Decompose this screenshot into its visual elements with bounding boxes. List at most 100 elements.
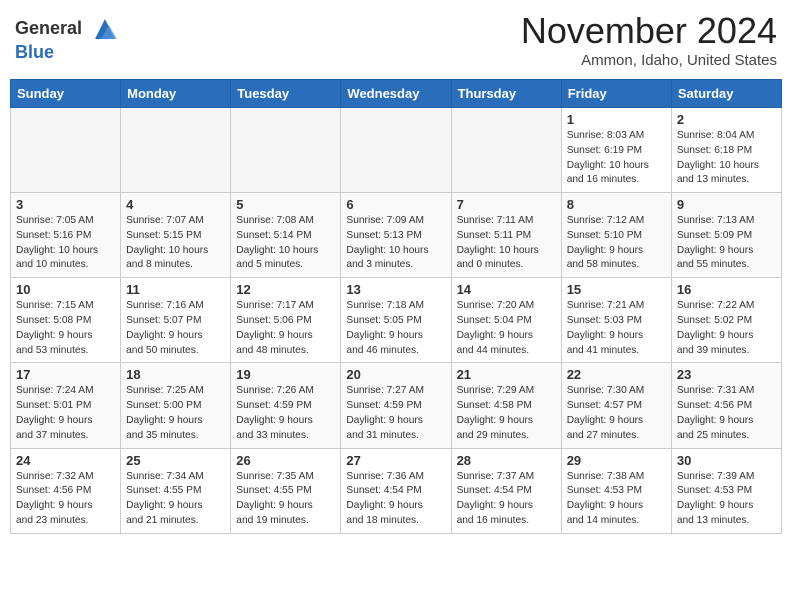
calendar-cell: 13 Sunrise: 7:18 AM Sunset: 5:05 PM Dayli…: [341, 278, 451, 363]
day-number: 6: [346, 197, 445, 212]
calendar-cell: 9 Sunrise: 7:13 AM Sunset: 5:09 PM Daylig…: [671, 193, 781, 278]
calendar-cell: 29Sunrise: 7:38 AM Sunset: 4:53 PM Dayli…: [561, 448, 671, 533]
calendar-table: SundayMondayTuesdayWednesdayThursdayFrid…: [10, 79, 782, 534]
day-number: 23: [677, 367, 776, 382]
calendar-cell: 6 Sunrise: 7:09 AM Sunset: 5:13 PM Daylig…: [341, 193, 451, 278]
day-number: 14: [457, 282, 556, 297]
calendar-cell: 23 Sunrise: 7:31 AM Sunset: 4:56 PM Dayli…: [671, 363, 781, 448]
day-number: 1: [567, 112, 666, 127]
day-info: Sunrise: 7:16 AM Sunset: 5:07 PM Dayligh…: [126, 299, 225, 358]
weekday-header-wednesday: Wednesday: [341, 80, 451, 108]
calendar-cell: [341, 108, 451, 193]
calendar-week-4: 17Sunrise: 7:24 AM Sunset: 5:01 PM Dayli…: [11, 363, 782, 448]
day-number: 3: [16, 197, 115, 212]
location: Ammon, Idaho, United States: [521, 52, 777, 69]
day-number: 28: [457, 453, 556, 468]
calendar-cell: 30Sunrise: 7:39 AM Sunset: 4:53 PM Dayli…: [671, 448, 781, 533]
day-info: Sunrise: 7:13 AM Sunset: 5:09 PM Dayligh…: [677, 214, 776, 273]
day-info: Sunrise: 7:27 AM Sunset: 4:59 PM Dayligh…: [346, 384, 445, 443]
day-number: 16: [677, 282, 776, 297]
calendar-week-5: 24 Sunrise: 7:32 AM Sunset: 4:56 PM Dayli…: [11, 448, 782, 533]
day-number: 25: [126, 453, 225, 468]
logo-general: General: [15, 18, 82, 38]
logo: General Blue: [15, 15, 119, 63]
calendar-cell: 14Sunrise: 7:20 AM Sunset: 5:04 PM Dayli…: [451, 278, 561, 363]
calendar-cell: [231, 108, 341, 193]
calendar-cell: 4 Sunrise: 7:07 AM Sunset: 5:15 PM Daylig…: [121, 193, 231, 278]
day-number: 11: [126, 282, 225, 297]
day-info: Sunrise: 7:25 AM Sunset: 5:00 PM Dayligh…: [126, 384, 225, 443]
day-info: Sunrise: 7:31 AM Sunset: 4:56 PM Dayligh…: [677, 384, 776, 443]
calendar-header-row: SundayMondayTuesdayWednesdayThursdayFrid…: [11, 80, 782, 108]
day-info: Sunrise: 7:15 AM Sunset: 5:08 PM Dayligh…: [16, 299, 115, 358]
day-info: Sunrise: 7:37 AM Sunset: 4:54 PM Dayligh…: [457, 470, 556, 529]
day-info: Sunrise: 7:32 AM Sunset: 4:56 PM Dayligh…: [16, 470, 115, 529]
day-info: Sunrise: 7:08 AM Sunset: 5:14 PM Dayligh…: [236, 214, 335, 273]
calendar-cell: 12 Sunrise: 7:17 AM Sunset: 5:06 PM Dayli…: [231, 278, 341, 363]
day-info: Sunrise: 7:11 AM Sunset: 5:11 PM Dayligh…: [457, 214, 556, 273]
day-number: 2: [677, 112, 776, 127]
day-number: 22: [567, 367, 666, 382]
day-info: Sunrise: 7:34 AM Sunset: 4:55 PM Dayligh…: [126, 470, 225, 529]
day-info: Sunrise: 7:24 AM Sunset: 5:01 PM Dayligh…: [16, 384, 115, 443]
calendar-cell: 8Sunrise: 7:12 AM Sunset: 5:10 PM Daylig…: [561, 193, 671, 278]
day-number: 20: [346, 367, 445, 382]
calendar-cell: 22 Sunrise: 7:30 AM Sunset: 4:57 PM Dayli…: [561, 363, 671, 448]
calendar-week-2: 3Sunrise: 7:05 AM Sunset: 5:16 PM Daylig…: [11, 193, 782, 278]
day-info: Sunrise: 7:35 AM Sunset: 4:55 PM Dayligh…: [236, 470, 335, 529]
day-info: Sunrise: 7:29 AM Sunset: 4:58 PM Dayligh…: [457, 384, 556, 443]
calendar-cell: 16 Sunrise: 7:22 AM Sunset: 5:02 PM Dayli…: [671, 278, 781, 363]
calendar-cell: 27 Sunrise: 7:36 AM Sunset: 4:54 PM Dayli…: [341, 448, 451, 533]
day-info: Sunrise: 7:09 AM Sunset: 5:13 PM Dayligh…: [346, 214, 445, 273]
day-number: 13: [346, 282, 445, 297]
day-info: Sunrise: 7:30 AM Sunset: 4:57 PM Dayligh…: [567, 384, 666, 443]
weekday-header-thursday: Thursday: [451, 80, 561, 108]
calendar-cell: 18 Sunrise: 7:25 AM Sunset: 5:00 PM Dayli…: [121, 363, 231, 448]
day-info: Sunrise: 7:21 AM Sunset: 5:03 PM Dayligh…: [567, 299, 666, 358]
day-number: 9: [677, 197, 776, 212]
day-info: Sunrise: 7:17 AM Sunset: 5:06 PM Dayligh…: [236, 299, 335, 358]
day-number: 10: [16, 282, 115, 297]
day-number: 12: [236, 282, 335, 297]
calendar-cell: 19Sunrise: 7:26 AM Sunset: 4:59 PM Dayli…: [231, 363, 341, 448]
calendar-cell: 7 Sunrise: 7:11 AM Sunset: 5:11 PM Daylig…: [451, 193, 561, 278]
calendar-cell: 1 Sunrise: 8:03 AM Sunset: 6:19 PM Daylig…: [561, 108, 671, 193]
calendar-week-3: 10 Sunrise: 7:15 AM Sunset: 5:08 PM Dayli…: [11, 278, 782, 363]
calendar-cell: [11, 108, 121, 193]
day-number: 26: [236, 453, 335, 468]
day-number: 24: [16, 453, 115, 468]
month-title: November 2024: [521, 10, 777, 52]
day-number: 8: [567, 197, 666, 212]
weekday-header-sunday: Sunday: [11, 80, 121, 108]
calendar-cell: 26 Sunrise: 7:35 AM Sunset: 4:55 PM Dayli…: [231, 448, 341, 533]
day-number: 21: [457, 367, 556, 382]
day-info: Sunrise: 7:22 AM Sunset: 5:02 PM Dayligh…: [677, 299, 776, 358]
day-number: 7: [457, 197, 556, 212]
calendar-cell: 15Sunrise: 7:21 AM Sunset: 5:03 PM Dayli…: [561, 278, 671, 363]
calendar-cell: 21 Sunrise: 7:29 AM Sunset: 4:58 PM Dayli…: [451, 363, 561, 448]
calendar-cell: 11 Sunrise: 7:16 AM Sunset: 5:07 PM Dayli…: [121, 278, 231, 363]
day-info: Sunrise: 8:04 AM Sunset: 6:18 PM Dayligh…: [677, 129, 776, 188]
day-info: Sunrise: 7:38 AM Sunset: 4:53 PM Dayligh…: [567, 470, 666, 529]
day-number: 27: [346, 453, 445, 468]
title-area: November 2024 Ammon, Idaho, United State…: [521, 10, 777, 69]
calendar-cell: 2 Sunrise: 8:04 AM Sunset: 6:18 PM Daylig…: [671, 108, 781, 193]
day-number: 4: [126, 197, 225, 212]
day-info: Sunrise: 8:03 AM Sunset: 6:19 PM Dayligh…: [567, 129, 666, 188]
day-info: Sunrise: 7:18 AM Sunset: 5:05 PM Dayligh…: [346, 299, 445, 358]
day-number: 18: [126, 367, 225, 382]
weekday-header-tuesday: Tuesday: [231, 80, 341, 108]
page-header: General Blue November 2024 Ammon, Idaho,…: [10, 10, 782, 69]
calendar-cell: 20 Sunrise: 7:27 AM Sunset: 4:59 PM Dayli…: [341, 363, 451, 448]
calendar-cell: 25 Sunrise: 7:34 AM Sunset: 4:55 PM Dayli…: [121, 448, 231, 533]
calendar-cell: 5 Sunrise: 7:08 AM Sunset: 5:14 PM Daylig…: [231, 193, 341, 278]
day-info: Sunrise: 7:26 AM Sunset: 4:59 PM Dayligh…: [236, 384, 335, 443]
day-number: 5: [236, 197, 335, 212]
day-info: Sunrise: 7:36 AM Sunset: 4:54 PM Dayligh…: [346, 470, 445, 529]
calendar-cell: 28 Sunrise: 7:37 AM Sunset: 4:54 PM Dayli…: [451, 448, 561, 533]
weekday-header-monday: Monday: [121, 80, 231, 108]
calendar-week-1: 1 Sunrise: 8:03 AM Sunset: 6:19 PM Daylig…: [11, 108, 782, 193]
day-info: Sunrise: 7:07 AM Sunset: 5:15 PM Dayligh…: [126, 214, 225, 273]
weekday-header-friday: Friday: [561, 80, 671, 108]
day-info: Sunrise: 7:39 AM Sunset: 4:53 PM Dayligh…: [677, 470, 776, 529]
